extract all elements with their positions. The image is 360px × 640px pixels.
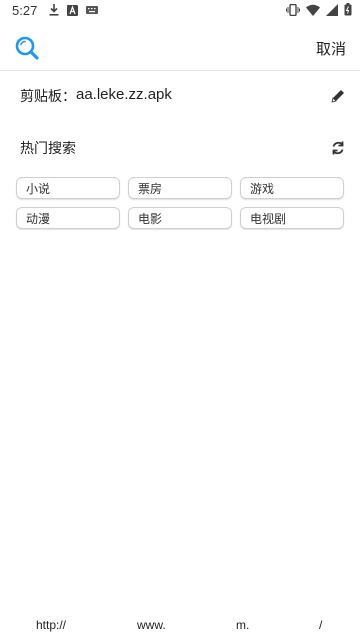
- download-icon: [49, 4, 59, 16]
- tag-anime[interactable]: 动漫: [16, 207, 120, 229]
- tag-novel[interactable]: 小说: [16, 177, 120, 199]
- top-bar: 取消: [0, 26, 360, 70]
- signal-icon: [326, 3, 338, 16]
- battery-icon: [344, 3, 352, 16]
- hot-search-tags: 小说 票房 游戏 动漫 电影 电视剧: [16, 177, 345, 229]
- cancel-button[interactable]: 取消: [316, 34, 346, 63]
- hot-search-header: 热门搜索: [20, 136, 346, 160]
- tag-games[interactable]: 游戏: [240, 177, 344, 199]
- status-notification-icons: [49, 4, 99, 16]
- tag-box-office[interactable]: 票房: [128, 177, 232, 199]
- refresh-icon[interactable]: [330, 140, 346, 156]
- footer-part-slash: /: [319, 618, 323, 632]
- clipboard-text: 剪贴板： aa.leke.zz.apk: [20, 86, 172, 106]
- footer-part-m: m.: [236, 618, 250, 632]
- status-bar: 5:27: [0, 0, 360, 20]
- tag-tv-series[interactable]: 电视剧: [240, 207, 344, 229]
- keyboard-icon: [86, 6, 99, 14]
- status-time: 5:27: [12, 2, 38, 18]
- a-box-icon: [67, 4, 79, 16]
- wifi-icon: [306, 4, 320, 16]
- header-divider: [0, 70, 360, 71]
- clipboard-label: 剪贴板：: [20, 89, 76, 105]
- status-system-icons: [286, 3, 352, 16]
- pencil-icon[interactable]: [330, 88, 346, 104]
- footer-url: http:// www. m. /: [0, 618, 360, 636]
- tag-movies[interactable]: 电影: [128, 207, 232, 229]
- search-page: 5:27 取消 剪贴板： aa.leke.zz.apk 热门搜索 小说 票房 游…: [0, 0, 360, 640]
- clipboard-value: aa.leke.zz.apk: [76, 86, 172, 103]
- hot-search-title: 热门搜索: [20, 141, 76, 157]
- search-icon[interactable]: [14, 35, 40, 61]
- footer-part-www: www.: [137, 618, 166, 632]
- vibrate-icon: [286, 3, 300, 16]
- clipboard-row[interactable]: 剪贴板： aa.leke.zz.apk: [20, 84, 346, 108]
- footer-part-protocol: http://: [36, 618, 67, 632]
